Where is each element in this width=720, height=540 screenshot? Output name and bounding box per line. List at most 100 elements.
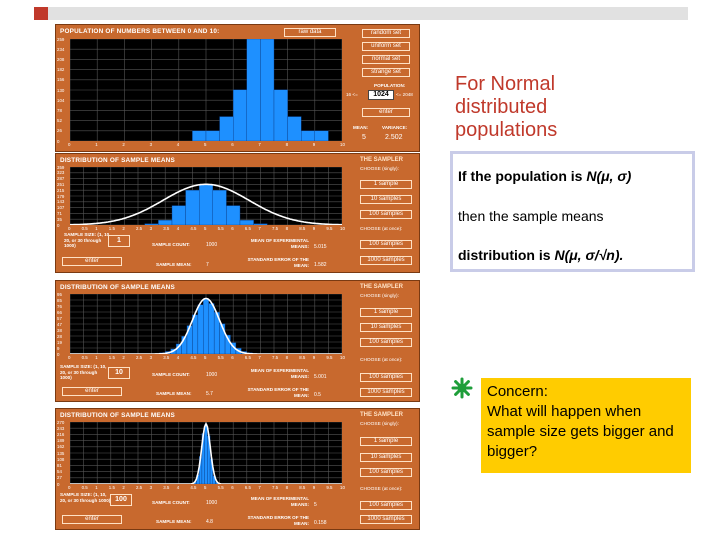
ten-samples-button[interactable]: 10 samples [360,323,412,332]
y-tick-label: 57 [57,315,62,321]
y-tick-label: 0 [57,481,60,487]
concern-body: What will happen when sample size gets b… [487,403,674,460]
x-tick-label: 9 [312,226,316,231]
chart-svg [70,422,342,484]
hundred-samples-once-button[interactable]: 100 samples [360,501,412,510]
histogram-bar [239,219,254,225]
std-error-label: STANDARD ERROR OF THE MEAN: [247,515,309,526]
x-tick-label: 4 [176,226,180,231]
x-tick-label: 7 [258,485,261,490]
sampler-title: THE SAMPLER [360,412,404,418]
ten-samples-button[interactable]: 10 samples [360,453,412,462]
sample-count-label: SAMPLE COUNT: [152,242,190,247]
y-tick-label: 19 [57,339,62,345]
y-tick-label: 0 [57,138,60,144]
slide-top-bar [34,7,688,20]
histogram-bar [185,190,200,225]
random-set-button[interactable]: random set [362,29,410,38]
x-tick-label: 2 [122,226,125,231]
hundred-samples-once-button[interactable]: 100 samples [360,240,412,249]
thousand-samples-button[interactable]: 1000 samples [360,515,412,524]
sample-count-value: 1000 [206,500,218,506]
hundred-samples-button[interactable]: 100 samples [360,338,412,347]
mean-label: MEAN: [353,125,369,130]
sample-size-input[interactable]: 10 [108,367,130,379]
x-tick-label: 5.5 [217,226,224,231]
sample-count-value: 1000 [206,372,218,378]
histogram-bar [205,130,220,141]
x-tick-label: 6.5 [244,355,251,360]
histogram-bar [246,39,261,141]
x-tick-label: 6 [231,226,234,231]
normal-set-button[interactable]: normal set [362,55,410,64]
x-tick-label: 2.5 [136,226,143,231]
formula-line-3-text: distribution is [458,247,555,263]
y-tick-label: 78 [57,107,62,113]
thousand-samples-button[interactable]: 1000 samples [360,388,412,397]
sample-size-input[interactable]: 100 [110,494,132,506]
x-tick-label: 0.5 [81,226,88,231]
x-tick-label: 8 [285,226,289,231]
x-tick-label: 7 [258,355,261,360]
uniform-set-button[interactable]: uniform set [362,42,410,51]
hundred-samples-once-button[interactable]: 100 samples [360,373,412,382]
x-tick-label: 6 [231,485,234,490]
slide-heading: For Normal distributed populations [455,73,625,142]
population-enter-button[interactable]: enter [362,108,410,117]
hundred-samples-button[interactable]: 100 samples [360,468,412,477]
x-tick-label: 10 [340,485,345,490]
x-tick-label: 6.5 [244,226,251,231]
x-tick-label: 9.5 [326,226,333,231]
histogram-bar [171,205,186,225]
x-tick-label: 8 [285,142,289,147]
sample-size-input[interactable]: 1 [108,235,130,247]
ten-samples-button[interactable]: 10 samples [360,195,412,204]
heading-line: distributed [455,96,548,118]
x-tick-label: 5 [204,226,207,231]
histogram-bar [197,304,204,354]
one-sample-button[interactable]: 1 sample [360,437,412,446]
sample-mean-value: 7 [206,262,209,268]
x-tick-label: 2.5 [136,355,143,360]
y-tick-label: 216 [57,431,65,437]
y-tick-label: 162 [57,444,65,450]
one-sample-button[interactable]: 1 sample [360,180,412,189]
x-tick-label: 9.5 [326,485,333,490]
population-label: POPULATION: [374,83,406,88]
y-tick-label: 66 [57,309,62,315]
y-tick-label: 104 [57,97,65,103]
choose-at-once-label: CHOOSE (at once): [360,227,403,232]
population-input[interactable]: 1024 [368,90,394,100]
chart-svg [70,39,342,141]
x-tick-label: 4 [176,485,180,490]
sample-size-enter-button[interactable]: enter [62,515,122,524]
histogram-bar [219,116,234,141]
mean-of-means-value: 5 [314,502,317,508]
y-tick-label: 108 [57,456,65,462]
sample-size-label: SAMPLE SIZE: (1, 10, 20, or 30 through 1… [64,232,111,248]
slide-top-accent [34,7,48,20]
hundred-samples-button[interactable]: 100 samples [360,210,412,219]
one-sample-button[interactable]: 1 sample [360,308,412,317]
x-tick-label: 2 [122,355,125,360]
thousand-samples-button[interactable]: 1000 samples [360,256,412,265]
x-tick-label: 1 [95,355,98,360]
strange-set-button[interactable]: strange set [362,68,410,77]
y-tick-label: 76 [57,303,62,309]
x-tick-label: 0.5 [81,355,88,360]
std-error-label: STANDARD ERROR OF THE MEAN: [247,257,309,268]
choose-singly-label: CHOOSE (singly): [360,294,399,299]
sampler-title: THE SAMPLER [360,157,404,163]
sample-size-enter-button[interactable]: enter [62,257,122,266]
y-tick-label: 52 [57,118,62,124]
choose-at-once-label: CHOOSE (at once): [360,358,403,363]
y-tick-label: 135 [57,450,65,456]
y-tick-label: 27 [57,475,62,481]
x-tick-label: 4.5 [190,226,197,231]
x-tick-label: 3 [149,485,153,490]
y-tick-label: 35 [57,216,62,222]
sampler-window-2: DISTRIBUTION OF SAMPLE MEANS 95 85 76 66 57 4… [55,280,420,402]
raw-data-button[interactable]: raw data [284,28,336,37]
x-tick-label: 6.5 [244,485,251,490]
sample-size-enter-button[interactable]: enter [62,387,122,396]
